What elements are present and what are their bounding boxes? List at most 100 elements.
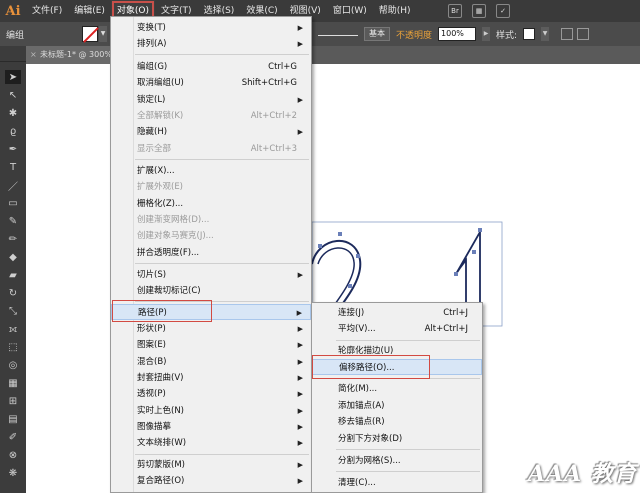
- menu-item-pattern[interactable]: 图案(E) ▶: [111, 337, 311, 353]
- menu-item-label: 分割为网格(S)...: [338, 456, 401, 466]
- submenu-item-average[interactable]: 平均(V)... Alt+Ctrl+J: [312, 321, 482, 337]
- submenu-item-join[interactable]: 连接(J) Ctrl+J: [312, 305, 482, 321]
- blend-tool-icon[interactable]: ⊗: [5, 448, 21, 462]
- submenu-arrow-icon: ▶: [297, 477, 303, 485]
- submenu-arrow-icon: ▶: [297, 423, 303, 431]
- fill-swatch[interactable]: [82, 26, 98, 42]
- menu-item-create-trim-marks[interactable]: 创建裁切标记(C): [111, 283, 311, 299]
- document-tab[interactable]: × 未标题-1* @ 300%: [26, 46, 114, 64]
- submenu-item-clean-up[interactable]: 清理(C)...: [312, 475, 482, 491]
- menu-item-unlock-all[interactable]: 全部解锁(K) Alt+Ctrl+2: [111, 108, 311, 124]
- menu-shortcut: Shift+Ctrl+G: [241, 78, 297, 88]
- opacity-arrow-icon[interactable]: ▶: [482, 27, 491, 41]
- stroke-style-select[interactable]: 基本: [364, 27, 390, 41]
- menu-item-label: 隐藏(H): [137, 127, 168, 137]
- menu-item-arrange[interactable]: 排列(A) ▶: [111, 36, 311, 52]
- symbol-sprayer-icon[interactable]: ❋: [5, 466, 21, 480]
- menu-file[interactable]: 文件(F): [26, 0, 68, 22]
- menu-item-shape[interactable]: 形状(P) ▶: [111, 321, 311, 337]
- opacity-label[interactable]: 不透明度: [396, 28, 432, 41]
- rectangle-tool-icon[interactable]: ▭: [5, 196, 21, 210]
- menu-item-ungroup[interactable]: 取消编组(U) Shift+Ctrl+G: [111, 75, 311, 91]
- menu-item-expand[interactable]: 扩展(X)...: [111, 163, 311, 179]
- menu-item-envelope-distort[interactable]: 封套扭曲(V) ▶: [111, 370, 311, 386]
- submenu-item-simplify[interactable]: 简化(M)...: [312, 381, 482, 397]
- menu-help[interactable]: 帮助(H): [373, 0, 417, 22]
- menu-item-lock[interactable]: 锁定(L) ▶: [111, 92, 311, 108]
- opacity-input[interactable]: 100%: [438, 27, 477, 41]
- eraser-icon[interactable]: ▰: [5, 268, 21, 282]
- paintbrush-icon[interactable]: ✎: [5, 214, 21, 228]
- menu-shortcut: Alt+Ctrl+2: [250, 111, 297, 121]
- direct-selection-tool-icon[interactable]: ↖: [5, 88, 21, 102]
- mesh-tool-icon[interactable]: ⊞: [5, 394, 21, 408]
- document-setup-icon[interactable]: [561, 28, 574, 40]
- toolbar-grip[interactable]: [0, 46, 26, 62]
- menu-item-create-gradient-mesh[interactable]: 创建渐变网格(D)...: [111, 212, 311, 228]
- scale-tool-icon[interactable]: ⤡: [5, 304, 21, 318]
- sync-icon[interactable]: ✓: [496, 4, 510, 18]
- menu-item-flatten-transparency[interactable]: 拼合透明度(F)...: [111, 245, 311, 261]
- menu-item-label: 扩展外观(E): [137, 182, 184, 192]
- submenu-item-add-anchor-points[interactable]: 添加锚点(A): [312, 398, 482, 414]
- magic-wand-icon[interactable]: ✱: [5, 106, 21, 120]
- width-tool-icon[interactable]: ⟗: [5, 322, 21, 336]
- menu-item-label: 混合(B): [137, 357, 167, 367]
- stroke-profile-preview[interactable]: [318, 24, 358, 36]
- graphic-style-swatch[interactable]: [523, 28, 536, 40]
- free-transform-icon[interactable]: ⬚: [5, 340, 21, 354]
- submenu-item-remove-anchor-points[interactable]: 移去锚点(R): [312, 414, 482, 430]
- type-tool-icon[interactable]: T: [5, 160, 21, 174]
- selection-tool-icon[interactable]: ➤: [5, 70, 21, 84]
- menu-item-label: 图案(E): [137, 340, 167, 350]
- menu-edit[interactable]: 编辑(E): [68, 0, 111, 22]
- close-tab-icon[interactable]: ×: [30, 46, 37, 64]
- menu-item-expand-appearance[interactable]: 扩展外观(E): [111, 179, 311, 195]
- annotation-box-path: [112, 300, 212, 322]
- menu-window[interactable]: 窗口(W): [327, 0, 373, 22]
- style-dropdown-icon[interactable]: ▼: [541, 27, 550, 41]
- menu-item-label: 图像描摹: [137, 422, 172, 432]
- gradient-tool-icon[interactable]: ▤: [5, 412, 21, 426]
- arrange-documents-icon[interactable]: ▦: [472, 4, 486, 18]
- menu-separator: [135, 54, 309, 55]
- menu-item-live-paint[interactable]: 实时上色(N) ▶: [111, 403, 311, 419]
- submenu-arrow-icon: ▶: [297, 358, 303, 366]
- bridge-icon[interactable]: Br: [448, 4, 462, 18]
- submenu-arrow-icon: ▶: [297, 461, 303, 469]
- menu-item-blend[interactable]: 混合(B) ▶: [111, 354, 311, 370]
- menu-item-compound-path[interactable]: 复合路径(O) ▶: [111, 473, 311, 489]
- menu-item-show-all[interactable]: 显示全部 Alt+Ctrl+3: [111, 141, 311, 157]
- menu-item-rasterize[interactable]: 栅格化(Z)...: [111, 196, 311, 212]
- menu-item-hide[interactable]: 隐藏(H) ▶: [111, 124, 311, 140]
- pen-tool-icon[interactable]: ✒: [5, 142, 21, 156]
- rotate-tool-icon[interactable]: ↻: [5, 286, 21, 300]
- menu-item-label: 复合路径(O): [137, 476, 185, 486]
- menu-item-clipping-mask[interactable]: 剪切蒙版(M) ▶: [111, 457, 311, 473]
- menu-item-label: 排列(A): [137, 39, 167, 49]
- menu-item-transform[interactable]: 变换(T) ▶: [111, 20, 311, 36]
- menu-item-slice[interactable]: 切片(S) ▶: [111, 267, 311, 283]
- menu-item-group[interactable]: 编组(G) Ctrl+G: [111, 59, 311, 75]
- menubar: Ai 文件(F) 编辑(E) 对象(O) 文字(T) 选择(S) 效果(C) 视…: [0, 0, 640, 22]
- submenu-arrow-icon: ▶: [297, 40, 303, 48]
- submenu-item-split-into-grid[interactable]: 分割为网格(S)...: [312, 453, 482, 469]
- fill-dropdown-icon[interactable]: ▼: [99, 26, 107, 42]
- perspective-grid-icon[interactable]: ▦: [5, 376, 21, 390]
- submenu-arrow-icon: ▶: [297, 374, 303, 382]
- submenu-item-divide-objects-below[interactable]: 分割下方对象(D): [312, 431, 482, 447]
- blob-brush-icon[interactable]: ◆: [5, 250, 21, 264]
- menu-item-label: 形状(P): [137, 324, 166, 334]
- line-tool-icon[interactable]: ／: [5, 178, 21, 193]
- menu-item-text-wrap[interactable]: 文本绕排(W) ▶: [111, 435, 311, 451]
- lasso-icon[interactable]: ϱ: [5, 124, 21, 138]
- shape-builder-icon[interactable]: ◎: [5, 358, 21, 372]
- submenu-arrow-icon: ▶: [297, 341, 303, 349]
- menu-item-image-trace[interactable]: 图像描摹 ▶: [111, 419, 311, 435]
- pencil-icon[interactable]: ✏: [5, 232, 21, 246]
- menu-item-create-object-mosaic[interactable]: 创建对象马赛克(J)...: [111, 228, 311, 244]
- menu-item-perspective[interactable]: 透视(P) ▶: [111, 386, 311, 402]
- menu-separator: [336, 340, 480, 341]
- eyedropper-icon[interactable]: ✐: [5, 430, 21, 444]
- preferences-icon[interactable]: [577, 28, 590, 40]
